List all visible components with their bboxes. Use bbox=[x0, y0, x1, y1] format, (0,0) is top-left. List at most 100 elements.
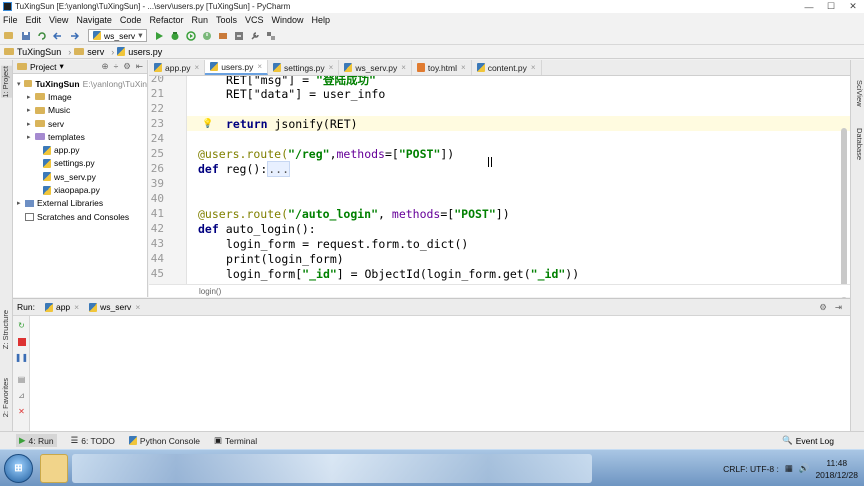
tree-item-scratches[interactable]: Scratches and Consoles bbox=[13, 210, 147, 223]
tab-terminal[interactable]: ▣ Terminal bbox=[214, 435, 257, 446]
pin-icon[interactable]: ⊿ bbox=[16, 390, 27, 401]
run-tab-app[interactable]: app × bbox=[44, 302, 79, 312]
menu-file[interactable]: File bbox=[3, 15, 18, 25]
taskbar-running-apps[interactable] bbox=[72, 454, 592, 483]
tree-item-settings-py[interactable]: settings.py bbox=[13, 157, 147, 170]
close-tab-icon[interactable]: × bbox=[257, 62, 262, 71]
structure-tool-tab[interactable]: Z: Structure bbox=[1, 310, 12, 349]
tree-item-root[interactable]: ▾ TuXingSun E:\yanlong\TuXin bbox=[13, 77, 147, 90]
expand-arrow-icon[interactable]: ▸ bbox=[27, 106, 35, 114]
volume-icon[interactable]: 🔊 bbox=[799, 463, 810, 474]
breadcrumb-file[interactable]: users.py bbox=[117, 47, 162, 57]
close-tab-icon[interactable]: × bbox=[461, 63, 466, 72]
gear-icon[interactable]: ⚙ bbox=[819, 302, 827, 313]
collapse-icon[interactable]: ÷ bbox=[114, 61, 119, 72]
tree-item-serv[interactable]: ▸ serv bbox=[13, 117, 147, 130]
tab-python-console[interactable]: Python Console bbox=[128, 436, 200, 446]
folded-code-marker[interactable]: ... bbox=[267, 161, 291, 177]
close-tab-icon[interactable]: × bbox=[401, 63, 406, 72]
expand-arrow-icon[interactable]: ▸ bbox=[17, 199, 25, 207]
close-tab-icon[interactable]: × bbox=[531, 63, 536, 72]
event-log-button[interactable]: 🔍 Event Log bbox=[782, 435, 834, 446]
rerun-icon[interactable]: ↻ bbox=[16, 320, 27, 331]
close-icon[interactable]: ✕ bbox=[16, 406, 27, 417]
lightbulb-icon[interactable]: 💡 bbox=[202, 118, 213, 129]
maximize-button[interactable]: ☐ bbox=[820, 0, 842, 13]
menu-code[interactable]: Code bbox=[120, 15, 142, 25]
tree-item-music[interactable]: ▸ Music bbox=[13, 104, 147, 117]
gear-icon[interactable]: ⚙ bbox=[123, 61, 131, 72]
explorer-taskbar-icon[interactable] bbox=[40, 454, 68, 483]
hide-icon[interactable]: ⇤ bbox=[136, 61, 143, 72]
sync-icon[interactable] bbox=[36, 30, 48, 42]
stop-icon[interactable] bbox=[233, 30, 245, 42]
close-tab-icon[interactable]: × bbox=[135, 302, 140, 312]
tree-item-ws-serv-py[interactable]: ws_serv.py bbox=[13, 170, 147, 183]
close-tab-icon[interactable]: × bbox=[195, 63, 200, 72]
locate-icon[interactable]: ⊕ bbox=[101, 61, 108, 72]
tab-toy-html[interactable]: toy.html × bbox=[412, 60, 472, 75]
scrollbar-thumb[interactable] bbox=[841, 128, 847, 298]
run-tab-ws-serv[interactable]: ws_serv × bbox=[89, 302, 140, 312]
breadcrumb-project[interactable]: TuXingSun bbox=[4, 47, 61, 57]
open-folder-icon[interactable] bbox=[4, 30, 16, 42]
tree-item-image[interactable]: ▸ Image bbox=[13, 90, 147, 103]
menu-help[interactable]: Help bbox=[312, 15, 331, 25]
profile-icon[interactable] bbox=[201, 30, 213, 42]
tree-item-app-py[interactable]: app.py bbox=[13, 143, 147, 156]
menu-navigate[interactable]: Navigate bbox=[76, 15, 112, 25]
sciview-tool-tab[interactable]: SciView bbox=[853, 80, 864, 107]
menu-refactor[interactable]: Refactor bbox=[149, 15, 183, 25]
editor-breadcrumb-status[interactable]: login() bbox=[149, 284, 850, 297]
project-tool-tab[interactable]: 1: Project bbox=[1, 66, 12, 98]
expand-arrow-icon[interactable]: ▸ bbox=[27, 133, 35, 141]
start-button[interactable]: ⊞ bbox=[4, 454, 33, 483]
menu-tools[interactable]: Tools bbox=[216, 15, 237, 25]
run-icon[interactable] bbox=[153, 30, 165, 42]
pause-icon[interactable]: ❚❚ bbox=[15, 352, 28, 363]
code-editor[interactable]: 20 21 22 23 24 25 26 39 40 41 42 43 44 4… bbox=[149, 76, 850, 284]
tab-settings-py[interactable]: settings.py × bbox=[268, 60, 340, 75]
database-tool-tab[interactable]: Database bbox=[853, 128, 864, 160]
menu-window[interactable]: Window bbox=[272, 15, 304, 25]
stop-icon[interactable] bbox=[16, 336, 27, 347]
close-button[interactable]: ✕ bbox=[842, 0, 864, 13]
project-panel-title[interactable]: Project bbox=[30, 62, 56, 72]
save-all-icon[interactable] bbox=[20, 30, 32, 42]
run-console-output[interactable] bbox=[30, 316, 850, 431]
hide-panel-icon[interactable]: ⇥ bbox=[835, 302, 842, 313]
project-structure-icon[interactable] bbox=[265, 30, 277, 42]
layout-icon[interactable]: ▤ bbox=[16, 374, 27, 385]
coverage-icon[interactable] bbox=[185, 30, 197, 42]
tree-item-xiaopapa-py[interactable]: xiaopapa.py bbox=[13, 183, 147, 196]
expand-arrow-icon[interactable]: ▸ bbox=[27, 120, 35, 128]
menu-vcs[interactable]: VCS bbox=[245, 15, 264, 25]
tab-run[interactable]: ▶ 4: Run bbox=[16, 434, 57, 447]
menu-edit[interactable]: Edit bbox=[26, 15, 42, 25]
tab-app-py[interactable]: app.py × bbox=[149, 60, 206, 75]
editor-scrollbar[interactable] bbox=[840, 78, 848, 298]
network-icon[interactable]: ▦ bbox=[785, 463, 793, 474]
forward-arrow-icon[interactable] bbox=[68, 30, 80, 42]
minimize-button[interactable]: — bbox=[798, 0, 820, 13]
clock[interactable]: 11:48 2018/12/28 bbox=[815, 457, 858, 481]
tree-item-external-libraries[interactable]: ▸ External Libraries bbox=[13, 197, 147, 210]
tab-ws-serv-py[interactable]: ws_serv.py × bbox=[339, 60, 412, 75]
favorites-tool-tab[interactable]: 2: Favorites bbox=[1, 378, 12, 417]
menu-view[interactable]: View bbox=[49, 15, 68, 25]
expand-arrow-icon[interactable]: ▸ bbox=[27, 93, 35, 101]
settings-wrench-icon[interactable] bbox=[249, 30, 261, 42]
tree-item-templates[interactable]: ▸ templates bbox=[13, 130, 147, 143]
menu-run[interactable]: Run bbox=[191, 15, 208, 25]
close-tab-icon[interactable]: × bbox=[329, 63, 334, 72]
chevron-down-icon[interactable]: ▾ bbox=[59, 61, 63, 72]
breadcrumb-serv[interactable]: serv bbox=[74, 47, 104, 57]
rerun-icon[interactable] bbox=[217, 30, 229, 42]
run-configuration-select[interactable]: ws_serv ▾ bbox=[88, 29, 148, 42]
tab-users-py[interactable]: users.py × bbox=[205, 60, 268, 75]
close-tab-icon[interactable]: × bbox=[74, 302, 79, 312]
debug-icon[interactable] bbox=[169, 30, 181, 42]
tab-todo[interactable]: ☰ 6: TODO bbox=[71, 435, 115, 446]
tab-content-py[interactable]: content.py × bbox=[472, 60, 542, 75]
expand-arrow-icon[interactable]: ▾ bbox=[17, 80, 24, 88]
